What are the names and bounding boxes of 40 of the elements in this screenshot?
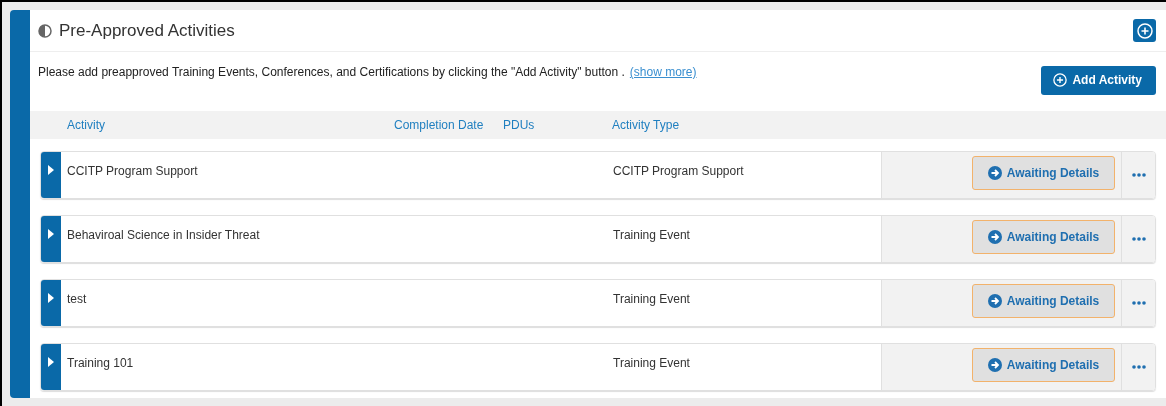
activity-type: CCITP Program Support — [613, 163, 745, 180]
status-button[interactable]: Awaiting Details — [972, 220, 1115, 254]
ellipsis-icon — [1131, 173, 1146, 177]
activity-type: Training Event — [613, 355, 691, 372]
add-activity-button[interactable]: Add Activity — [1041, 65, 1156, 95]
plus-icon — [1053, 73, 1068, 87]
arrow-circle-icon — [987, 166, 1002, 180]
caret-right-icon — [47, 165, 55, 175]
activity-name: CCITP Program Support — [67, 163, 199, 180]
plus-icon — [1136, 22, 1153, 39]
half-circle-icon — [38, 23, 52, 38]
column-header[interactable]: Activity — [67, 118, 394, 132]
activity-name: Behaviroal Science in Insider Threat — [67, 227, 261, 244]
ellipsis-icon — [1131, 301, 1146, 305]
ellipsis-icon — [1131, 365, 1146, 369]
column-header[interactable]: PDUs — [503, 118, 612, 132]
ellipsis-icon — [1131, 237, 1146, 241]
expand-toggle[interactable] — [41, 344, 61, 390]
add-button[interactable] — [1133, 19, 1156, 42]
caret-right-icon — [47, 229, 55, 239]
expand-toggle[interactable] — [41, 216, 61, 262]
activity-name: test — [67, 291, 88, 308]
expand-toggle[interactable] — [41, 280, 61, 326]
panel-title: Pre-Approved Activities — [59, 20, 236, 41]
arrow-circle-icon — [987, 294, 1002, 308]
activity-type: Training Event — [613, 291, 691, 308]
arrow-circle-icon — [987, 230, 1002, 244]
caret-right-icon — [47, 293, 55, 303]
column-header[interactable]: Activity Type — [612, 118, 812, 132]
status-button[interactable]: Awaiting Details — [972, 156, 1115, 190]
status-button[interactable]: Awaiting Details — [972, 284, 1115, 318]
arrow-circle-icon — [987, 358, 1002, 372]
status-button[interactable]: Awaiting Details — [972, 348, 1115, 382]
column-header[interactable]: Completion Date — [394, 118, 503, 132]
show-more-link[interactable]: (show more) — [629, 65, 697, 79]
description-text: Please add preapproved Training Events, Conferences, and Certifications by clicking the "Add Activity" button . (show more) — [38, 65, 698, 79]
expand-toggle[interactable] — [41, 152, 61, 198]
caret-right-icon — [47, 357, 55, 367]
activity-name: Training 101 — [67, 355, 135, 372]
activity-type: Training Event — [613, 227, 691, 244]
